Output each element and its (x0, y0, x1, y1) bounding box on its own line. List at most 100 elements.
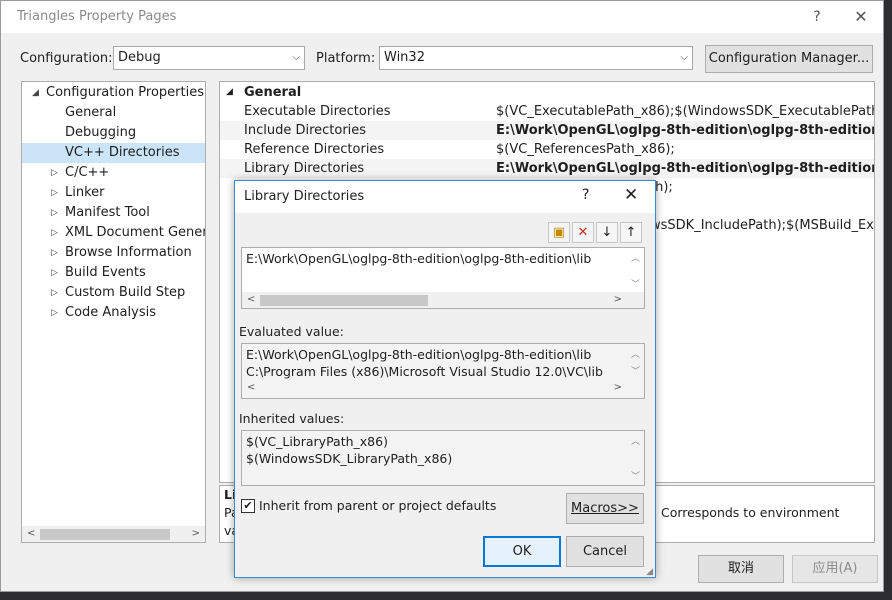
tree-item[interactable]: ▷ C/C++ (22, 163, 205, 183)
configuration-label: Configuration: (20, 51, 113, 66)
property-row[interactable]: Reference Directories $(VC_ReferencesPath… (220, 140, 874, 159)
tree-item-label: Configuration Properties (46, 85, 204, 100)
chevron-up-icon[interactable]: ︿ (631, 347, 640, 360)
property-row[interactable]: Include Directories E:\Work\OpenGL\oglpg-… (220, 121, 874, 140)
tree-item-label: General (65, 105, 117, 120)
ok-button[interactable]: OK (483, 536, 561, 567)
inherited-values-label: Inherited values: (239, 411, 345, 426)
property-value: E:\Work\OpenGL\oglpg-8th-edition\oglpg-8… (496, 161, 874, 176)
list-item: C:\Program Files (x86)\Microsoft Visual … (246, 364, 603, 379)
expand-triangle-icon[interactable]: ▷ (51, 163, 58, 183)
chevron-up-icon[interactable]: ︿ (631, 434, 640, 447)
property-name: Reference Directories (244, 142, 385, 157)
tree-item-label: Linker (65, 185, 105, 200)
tree-item[interactable]: ▷ Code Analysis (22, 303, 205, 323)
tree-item-selected[interactable]: VC++ Directories (22, 143, 205, 163)
macros-button[interactable]: Macros>> (566, 493, 644, 524)
configuration-manager-button[interactable]: Configuration Manager... (705, 45, 873, 73)
tree-item-label: Code Analysis (65, 305, 156, 320)
inherit-checkbox[interactable]: ✔ (241, 499, 255, 513)
property-name: Library Directories (244, 161, 365, 176)
list-item: E:\Work\OpenGL\oglpg-8th-edition\oglpg-8… (246, 347, 592, 362)
chevron-left-icon[interactable]: < (27, 526, 35, 542)
tree-item[interactable]: ◢ Configuration Properties (22, 83, 205, 103)
configuration-dropdown[interactable]: Debug ⌵ (113, 46, 305, 70)
list-horizontal-scrollbar[interactable]: < > (242, 292, 644, 308)
move-up-icon[interactable]: ↑ (620, 222, 642, 243)
expand-triangle-icon[interactable]: ▷ (51, 303, 58, 323)
property-value: $(VC_ExecutablePath_x86);$(WindowsSDK_Ex… (496, 104, 875, 119)
window-title: Triangles Property Pages (17, 9, 177, 24)
help-icon[interactable]: ? (582, 187, 589, 203)
tree-item-label: XML Document Generat (65, 225, 206, 240)
tree-item-label: Browse Information (65, 245, 192, 260)
chevron-right-icon[interactable]: > (614, 380, 622, 396)
evaluated-value-box: E:\Work\OpenGL\oglpg-8th-edition\oglpg-8… (241, 343, 645, 399)
move-down-icon[interactable]: ↓ (596, 222, 618, 243)
scrollbar-thumb[interactable] (40, 529, 170, 540)
chevron-down-icon[interactable]: ﹀ (631, 469, 640, 482)
property-value: wsSDK_IncludePath);$(MSBuild_Executa (650, 218, 874, 233)
tree-item[interactable]: ▷ Build Events (22, 263, 205, 283)
chevron-left-icon[interactable]: < (247, 292, 255, 308)
tree-item[interactable]: ▷ XML Document Generat (22, 223, 205, 243)
expand-triangle-icon[interactable]: ▷ (51, 223, 58, 243)
chevron-right-icon[interactable]: > (192, 526, 200, 542)
tree-item[interactable]: Debugging (22, 123, 205, 143)
property-name: Include Directories (244, 123, 367, 138)
help-icon[interactable]: ? (795, 3, 839, 31)
tree-item[interactable]: ▷ Manifest Tool (22, 203, 205, 223)
directory-list[interactable]: E:\Work\OpenGL\oglpg-8th-edition\oglpg-8… (241, 247, 645, 309)
collapse-triangle-icon[interactable]: ◢ (226, 83, 233, 102)
expand-triangle-icon[interactable]: ▷ (51, 283, 58, 303)
tree-item-label: Build Events (65, 265, 146, 280)
tree-item[interactable]: ▷ Linker (22, 183, 205, 203)
tree-item[interactable]: ▷ Browse Information (22, 243, 205, 263)
expand-triangle-icon[interactable]: ▷ (51, 203, 58, 223)
tree-item[interactable]: General (22, 103, 205, 123)
close-icon[interactable]: ✕ (839, 3, 883, 31)
property-name: Executable Directories (244, 104, 391, 119)
expand-triangle-icon[interactable]: ▷ (51, 183, 58, 203)
property-value: E:\Work\OpenGL\oglpg-8th-edition\oglpg-8… (496, 123, 874, 138)
chevron-down-icon[interactable]: ﹀ (631, 277, 640, 290)
close-icon[interactable]: ✕ (624, 185, 638, 205)
list-item: $(VC_LibraryPath_x86) (246, 434, 388, 449)
chevron-down-icon: ⌵ (292, 52, 300, 63)
list-item[interactable]: E:\Work\OpenGL\oglpg-8th-edition\oglpg-8… (246, 251, 591, 266)
evaluated-value-label: Evaluated value: (239, 324, 344, 339)
inherit-checkbox-label[interactable]: Inherit from parent or project defaults (259, 498, 496, 513)
collapse-triangle-icon[interactable]: ◢ (32, 83, 39, 103)
inherited-values-box: $(VC_LibraryPath_x86) $(WindowsSDK_Libra… (241, 430, 645, 486)
delete-icon[interactable]: ✕ (572, 222, 594, 243)
platform-dropdown[interactable]: Win32 ⌵ (379, 46, 693, 70)
chevron-right-icon[interactable]: > (614, 292, 622, 308)
cancel-button[interactable]: Cancel (566, 536, 644, 567)
expand-triangle-icon[interactable]: ▷ (51, 243, 58, 263)
chevron-up-icon[interactable]: ︿ (631, 251, 640, 264)
resize-grip-icon[interactable]: ◢ (646, 567, 653, 577)
platform-value: Win32 (384, 50, 425, 65)
title-bar: Triangles Property Pages ? ✕ (1, 1, 883, 33)
library-directories-dialog: Library Directories ? ✕ ▣ ✕ ↓ ↑ E:\Work\… (234, 180, 656, 578)
expand-triangle-icon[interactable]: ▷ (51, 263, 58, 283)
chevron-down-icon: ⌵ (680, 52, 688, 63)
property-value: $(VC_ReferencesPath_x86); (496, 142, 675, 157)
grid-section-header[interactable]: ◢ General (220, 83, 874, 102)
category-tree: ◢ Configuration Properties General Debug… (21, 81, 206, 543)
chevron-down-icon[interactable]: ﹀ (631, 364, 640, 377)
chevron-left-icon[interactable]: < (247, 380, 255, 396)
new-line-icon[interactable]: ▣ (548, 222, 570, 243)
property-row[interactable]: Library Directories E:\Work\OpenGL\oglpg-… (220, 159, 874, 178)
tree-horizontal-scrollbar[interactable]: < > (22, 526, 205, 542)
scrollbar-thumb[interactable] (260, 295, 428, 306)
configuration-value: Debug (118, 50, 161, 65)
cancel-button[interactable]: 取消 (698, 555, 784, 583)
tree-item-label: Debugging (65, 125, 137, 140)
tree-item-label: Manifest Tool (65, 205, 150, 220)
tree-item[interactable]: ▷ Custom Build Step (22, 283, 205, 303)
tree-item-label: C/C++ (65, 165, 110, 180)
dialog-title: Library Directories (244, 189, 365, 204)
property-row[interactable]: Executable Directories $(VC_ExecutablePat… (220, 102, 874, 121)
apply-button[interactable]: 应用(A) (792, 555, 878, 583)
